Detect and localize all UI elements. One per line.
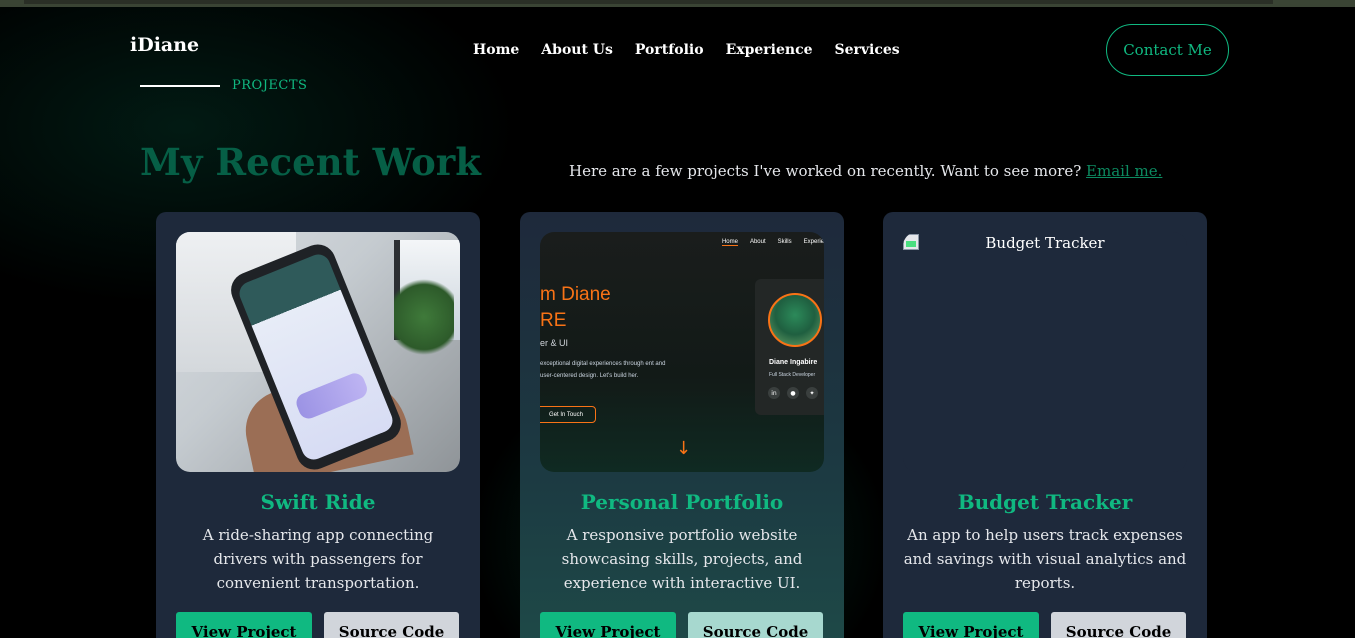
view-project-button[interactable]: View Project	[903, 612, 1039, 638]
preview-card-name: Diane Ingabire	[769, 359, 818, 366]
project-title: Budget Tracker	[957, 490, 1133, 514]
preview-avatar	[768, 293, 822, 347]
view-project-button[interactable]: View Project	[540, 612, 676, 638]
section-divider-line	[140, 85, 220, 87]
broken-image: Budget Tracker	[903, 232, 1187, 472]
nav-about-us[interactable]: About Us	[541, 42, 613, 58]
email-me-link[interactable]: Email me.	[1086, 162, 1162, 180]
preview-text: exceptional digital experiences through …	[540, 361, 666, 379]
preview-card-role: Full Stack Developer	[769, 372, 816, 378]
photo-phone-chart	[293, 370, 370, 422]
preview-nav-item: About	[749, 239, 766, 245]
project-image-swift-ride	[176, 232, 460, 472]
preview-profile-card: Diane Ingabire Full Stack Developer in ●…	[755, 279, 824, 415]
project-card-budget-tracker: Budget Tracker Budget Tracker An app to …	[883, 212, 1207, 638]
main-nav: Home About Us Portfolio Experience Servi…	[473, 42, 900, 58]
portfolio-preview: Home About Skills Experie m Diane RE er …	[540, 232, 824, 472]
image-alt-text: Budget Tracker	[985, 234, 1105, 252]
project-title: Personal Portfolio	[580, 490, 784, 514]
source-code-button[interactable]: Source Code	[688, 612, 823, 638]
view-project-button[interactable]: View Project	[176, 612, 312, 638]
nav-home[interactable]: Home	[473, 42, 519, 58]
site-logo[interactable]: iDiane	[130, 34, 199, 56]
nav-services[interactable]: Services	[835, 42, 900, 58]
source-code-button[interactable]: Source Code	[1051, 612, 1186, 638]
nav-experience[interactable]: Experience	[726, 42, 813, 58]
photo-plant	[394, 272, 454, 362]
preview-name-line: m Diane	[540, 284, 611, 305]
section-label: PROJECTS	[232, 78, 308, 93]
twitter-icon: ✦	[806, 387, 818, 399]
preview-get-in-touch: Get In Touch	[540, 406, 596, 423]
preview-role: er & UI	[540, 338, 569, 348]
preview-nav-item: Experie	[803, 239, 824, 245]
project-card-swift-ride: Swift Ride A ride-sharing app connecting…	[156, 212, 480, 638]
preview-social-icons: in ● ✦	[768, 387, 818, 399]
project-image-budget-tracker: Budget Tracker	[903, 232, 1187, 472]
preview-name-line: RE	[540, 310, 567, 331]
preview-nav-item: Home	[721, 239, 738, 246]
phone-photo	[176, 232, 460, 472]
intro-text: Here are a few projects I've worked on r…	[569, 162, 1082, 180]
nav-portfolio[interactable]: Portfolio	[635, 42, 704, 58]
preview-hero-name: m Diane RE	[540, 282, 611, 334]
linkedin-icon: in	[768, 387, 780, 399]
project-description: A responsive portfolio website showcasin…	[561, 526, 803, 592]
preview-nav-item: Skills	[777, 239, 792, 245]
section-heading: My Recent Work	[140, 140, 481, 184]
contact-me-button[interactable]: Contact Me	[1106, 24, 1229, 76]
preview-nav: Home About Skills Experie	[721, 239, 824, 246]
project-image-personal-portfolio: Home About Skills Experie m Diane RE er …	[540, 232, 824, 472]
project-title: Swift Ride	[260, 490, 376, 514]
project-card-personal-portfolio: Home About Skills Experie m Diane RE er …	[520, 212, 844, 638]
github-icon: ●	[787, 387, 799, 399]
section-intro: Here are a few projects I've worked on r…	[569, 162, 1162, 180]
browser-top-strip-inner	[24, 0, 1273, 4]
project-description: An app to help users track expenses and …	[903, 526, 1187, 592]
source-code-button[interactable]: Source Code	[324, 612, 459, 638]
project-description: A ride-sharing app connecting drivers wi…	[202, 526, 434, 592]
browser-top-strip	[0, 0, 1355, 7]
scroll-down-arrow-icon: ↓	[676, 438, 692, 459]
